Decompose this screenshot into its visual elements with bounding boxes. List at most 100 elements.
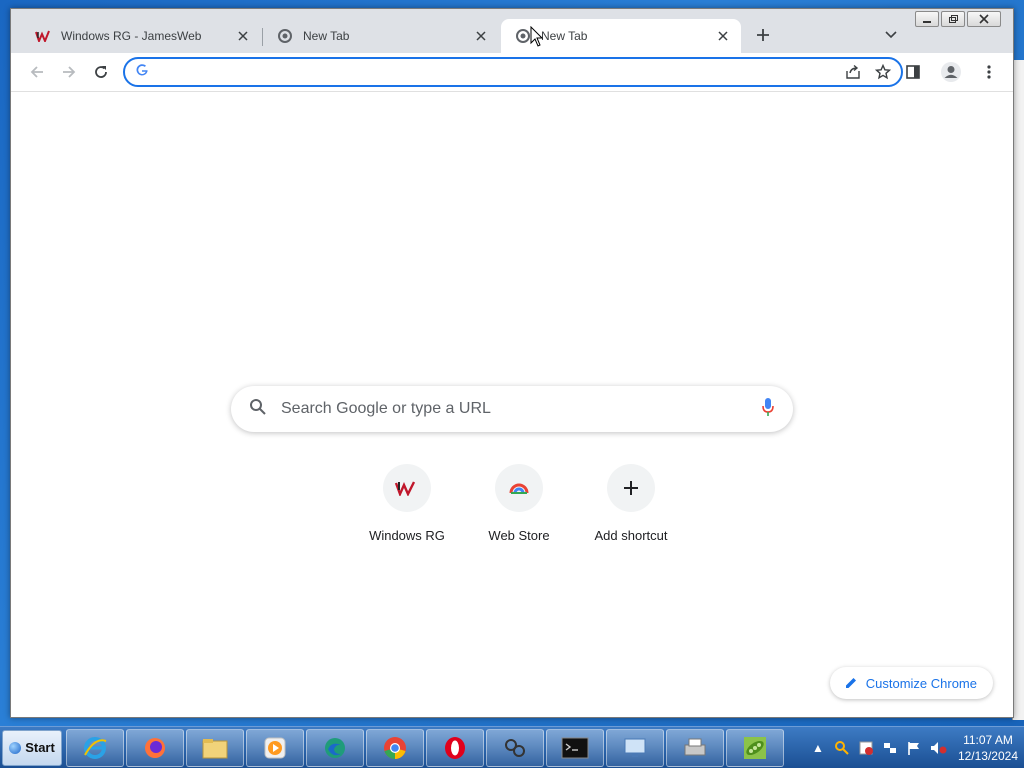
network-icon[interactable] <box>880 738 900 758</box>
more-vert-icon <box>987 65 991 79</box>
jw-logo-icon <box>35 28 51 44</box>
voice-search-button[interactable] <box>761 397 775 422</box>
media-player-icon <box>264 737 286 758</box>
tab-title: New Tab <box>303 29 350 43</box>
printer-icon <box>684 738 706 755</box>
search-tool-icon[interactable] <box>832 738 852 758</box>
taskbar-printer[interactable] <box>666 728 724 767</box>
shortcut-label: Windows RG <box>369 528 445 543</box>
close-icon <box>718 31 728 41</box>
tab-close-button[interactable] <box>715 28 731 44</box>
windows-orb-icon <box>9 741 22 754</box>
shortcuts-grid: Windows RG Web Store Add shortcut <box>351 464 687 543</box>
close-icon <box>238 31 248 41</box>
share-button[interactable] <box>841 60 865 84</box>
arrow-left-icon <box>30 66 43 78</box>
plus-icon <box>607 464 655 512</box>
clock-time: 11:07 AM <box>963 732 1013 747</box>
tab-title: New Tab <box>541 29 588 43</box>
search-icon <box>249 398 267 421</box>
search-placeholder: Search Google or type a URL <box>281 400 491 417</box>
tray-expand-button[interactable]: ▲ <box>808 738 828 758</box>
tab-search-button[interactable] <box>879 23 903 47</box>
reload-button[interactable] <box>87 58 115 86</box>
taskbar-peapod-app[interactable] <box>726 728 784 767</box>
chrome-icon <box>384 736 406 759</box>
taskbar-internet-explorer[interactable] <box>66 728 124 767</box>
mouse-cursor-icon <box>530 25 544 48</box>
taskbar-remote-desktop[interactable] <box>606 728 664 767</box>
browser-toolbar <box>11 53 1013 91</box>
tab-title: Windows RG - JamesWeb <box>61 29 202 43</box>
share-icon <box>846 64 860 79</box>
new-tab-button[interactable] <box>751 23 775 47</box>
start-button[interactable]: Start <box>2 729 62 766</box>
terminal-icon <box>561 737 589 758</box>
avatar-icon <box>941 62 961 82</box>
pea-pod-icon <box>744 736 766 759</box>
volume-muted-icon[interactable] <box>928 738 948 758</box>
tab-strip: Windows RG - JamesWeb New Tab New Tab <box>11 19 1013 53</box>
clock-date: 12/13/2024 <box>957 748 1018 763</box>
firefox-icon <box>145 737 165 758</box>
microphone-icon <box>762 397 774 416</box>
internet-explorer-icon <box>84 736 107 759</box>
remote-desktop-icon <box>624 738 646 757</box>
edge-icon <box>325 737 345 758</box>
opera-icon <box>445 736 465 759</box>
taskbar-network-tool[interactable] <box>486 728 544 767</box>
shortcut-label: Add shortcut <box>594 528 668 543</box>
menu-button[interactable] <box>975 58 1003 86</box>
taskbar-file-explorer[interactable] <box>186 728 244 767</box>
clock[interactable]: 11:07 AM 12/13/2024 <box>958 732 1018 764</box>
shortcut-label: Web Store <box>488 528 550 543</box>
close-icon <box>476 31 486 41</box>
network-tool-icon <box>505 738 525 757</box>
side-panel-button[interactable] <box>899 58 927 86</box>
taskbar-command-prompt[interactable] <box>546 728 604 767</box>
address-input[interactable] <box>157 64 841 80</box>
pencil-icon <box>845 678 856 688</box>
address-bar[interactable] <box>123 57 903 87</box>
taskbar-edge[interactable] <box>306 728 364 767</box>
shortcut-web-store[interactable]: Web Store <box>463 464 575 543</box>
tab-close-button[interactable] <box>473 28 489 44</box>
side-panel-icon <box>906 65 920 79</box>
back-button[interactable] <box>23 58 51 86</box>
reload-icon <box>95 66 107 78</box>
taskbar-chrome[interactable] <box>366 728 424 767</box>
plus-icon <box>757 29 769 41</box>
profile-button[interactable] <box>937 58 965 86</box>
webstore-icon <box>495 464 543 512</box>
taskbar-firefox[interactable] <box>126 728 184 767</box>
tab-new-tab-1[interactable]: New Tab <box>263 19 499 53</box>
taskbar-media-player[interactable] <box>246 728 304 767</box>
tab-close-button[interactable] <box>235 28 251 44</box>
shortcut-add[interactable]: Add shortcut <box>575 464 687 543</box>
google-g-icon <box>135 63 149 82</box>
start-label: Start <box>25 740 55 755</box>
system-tray: ▲ 11:07 AM 12/13/2024 <box>806 727 1024 768</box>
bookmark-star-button[interactable] <box>871 60 895 84</box>
new-tab-page: Search Google or type a URL Windows RG W… <box>11 91 1013 717</box>
taskbar: Start ▲ 11:07 AM 12/13/2024 <box>0 726 1024 768</box>
ntp-search-box[interactable]: Search Google or type a URL <box>231 386 793 432</box>
chrome-icon <box>515 28 531 44</box>
browser-window: Windows RG - JamesWeb New Tab New Tab Se… <box>10 8 1014 718</box>
customize-label: Customize Chrome <box>865 675 977 691</box>
action-center-flag-icon[interactable] <box>904 738 924 758</box>
chevron-down-icon <box>885 31 897 39</box>
security-alert-icon[interactable] <box>856 738 876 758</box>
taskbar-apps <box>66 728 786 767</box>
jw-logo-icon <box>383 464 431 512</box>
folder-icon <box>202 738 228 758</box>
forward-button[interactable] <box>55 58 83 86</box>
arrow-right-icon <box>63 66 76 78</box>
shortcut-windows-rg[interactable]: Windows RG <box>351 464 463 543</box>
chrome-icon <box>277 28 293 44</box>
taskbar-opera[interactable] <box>426 728 484 767</box>
star-icon <box>875 64 891 80</box>
customize-chrome-button[interactable]: Customize Chrome <box>829 667 993 699</box>
tab-windows-rg[interactable]: Windows RG - JamesWeb <box>21 19 261 53</box>
toolbar-right <box>895 58 1003 86</box>
